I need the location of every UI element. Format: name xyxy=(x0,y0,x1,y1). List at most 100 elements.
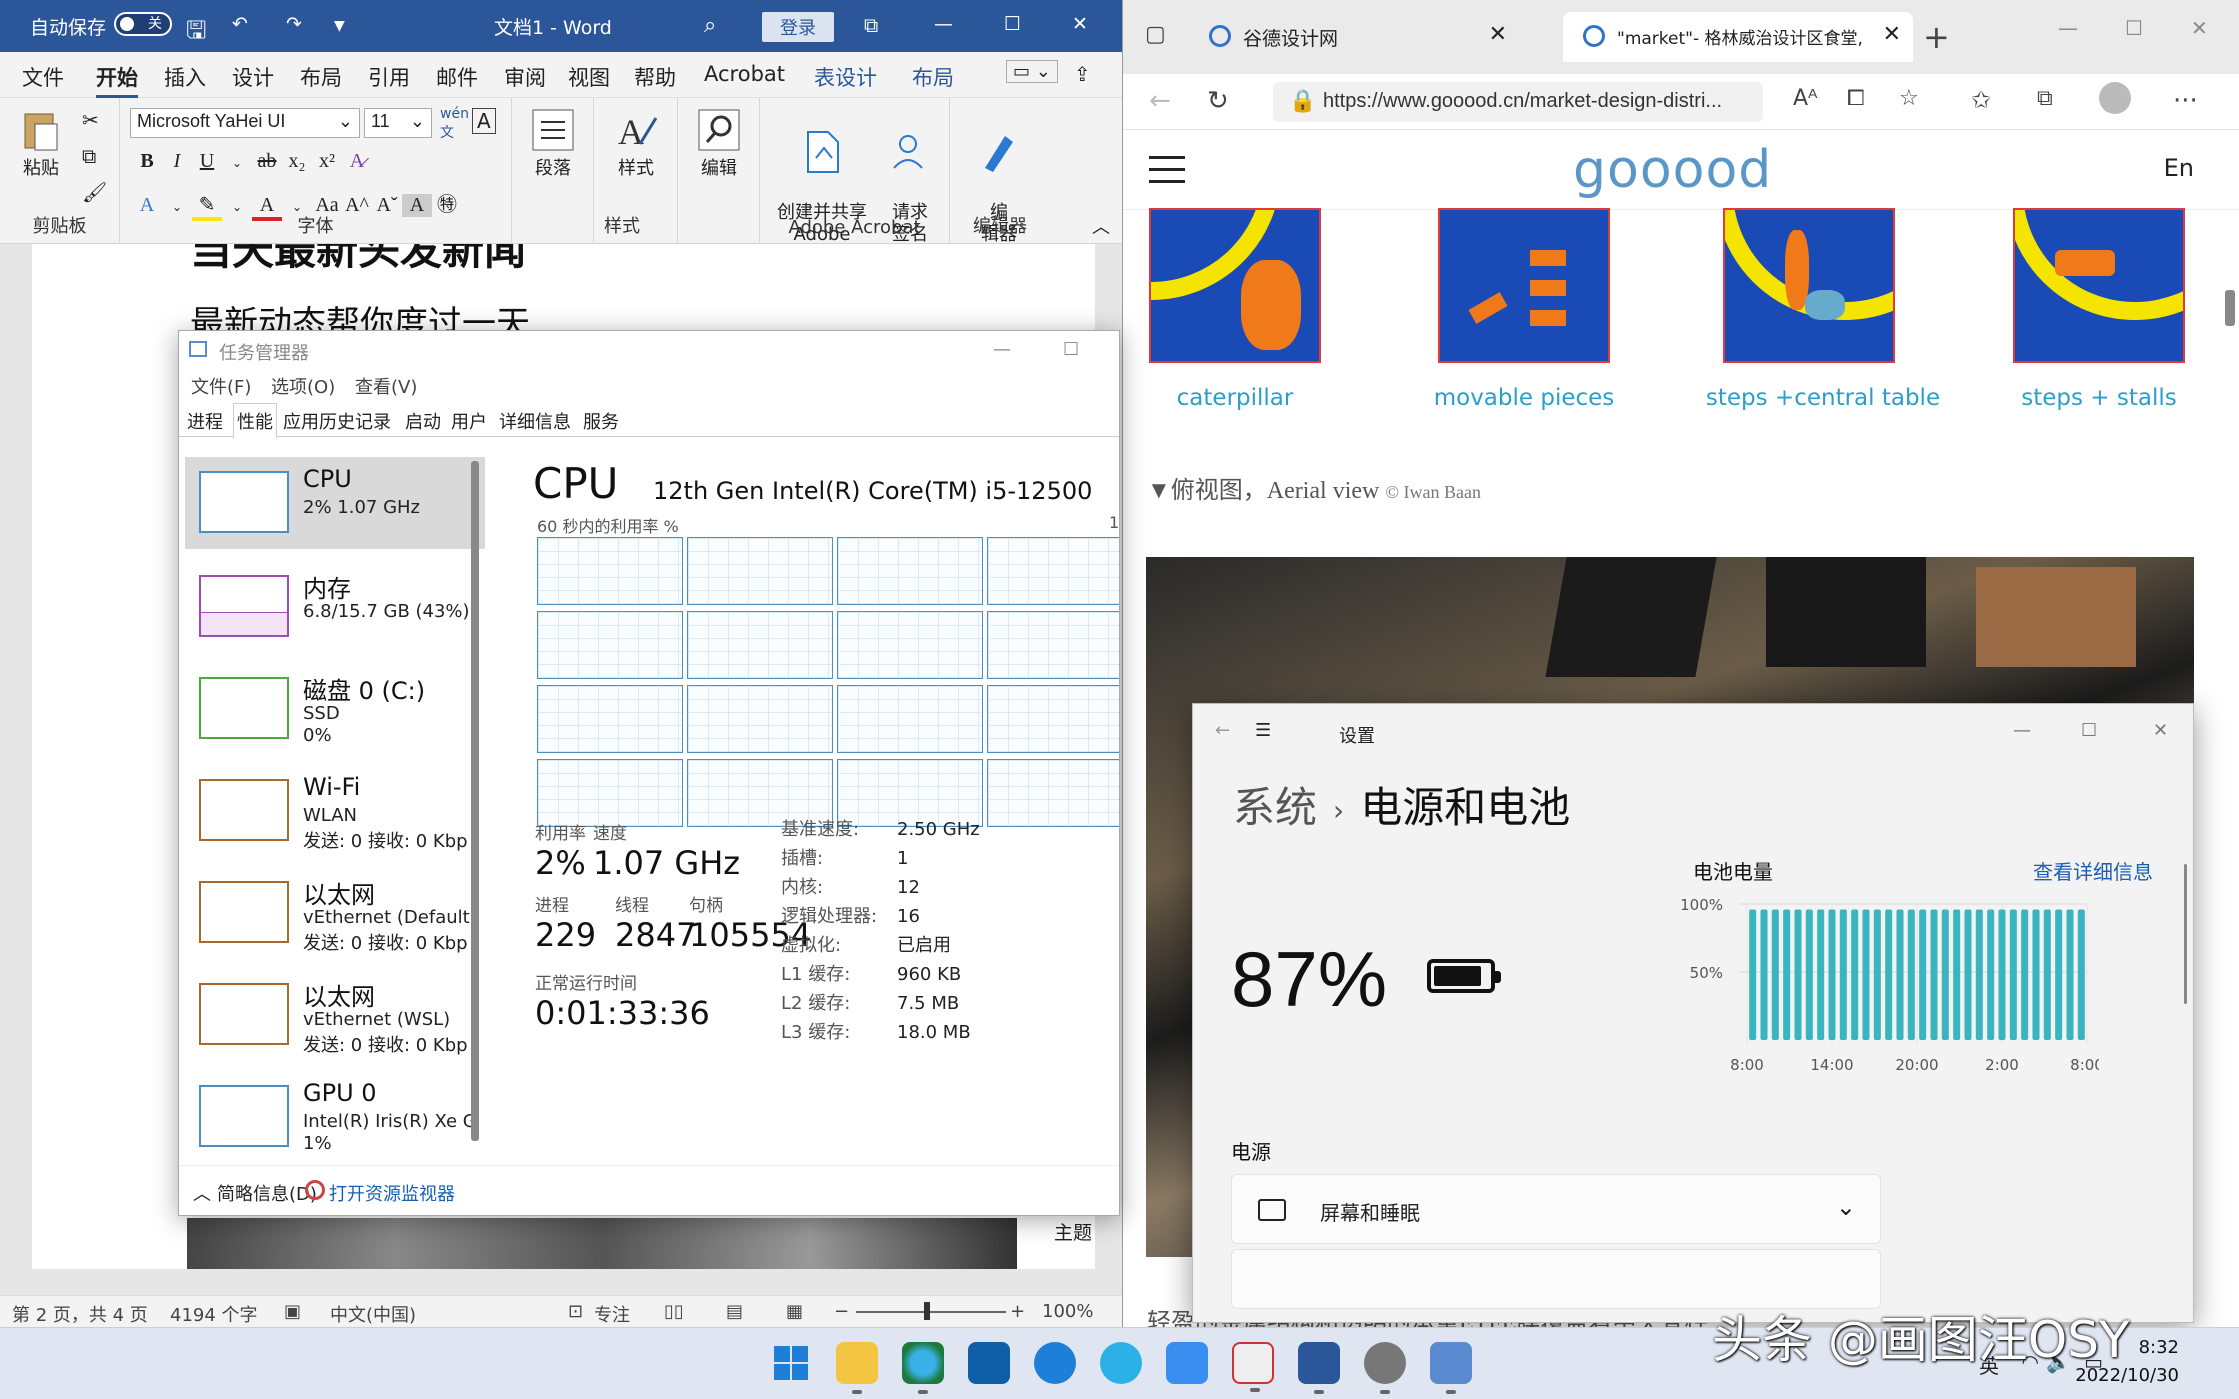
minimize-button[interactable]: — xyxy=(2013,720,2031,741)
redo-icon[interactable]: ↷ xyxy=(286,13,302,35)
undo-icon[interactable]: ↶ xyxy=(232,13,248,35)
tab-actions-icon[interactable]: ▢ xyxy=(1145,22,1166,47)
profile-avatar[interactable] xyxy=(2099,82,2131,114)
resource-wifi[interactable]: Wi-Fi WLAN 发送: 0 接收: 0 Kbp xyxy=(185,765,485,855)
menu-view[interactable]: 查看(V) xyxy=(355,373,417,399)
tab-startup[interactable]: 启动 xyxy=(405,408,441,434)
edge-icon[interactable] xyxy=(902,1342,944,1394)
close-tab-icon[interactable]: ✕ xyxy=(1489,22,1507,47)
page-scrollbar[interactable] xyxy=(2225,290,2235,326)
tab-app-history[interactable]: 应用历史记录 xyxy=(283,408,391,434)
tab-home[interactable]: 开始 xyxy=(96,62,138,98)
menu-file[interactable]: 文件(F) xyxy=(191,373,251,399)
brief-info-link[interactable]: 简略信息(D) xyxy=(217,1180,317,1206)
app-icon-2[interactable] xyxy=(1100,1342,1142,1384)
maximize-button[interactable]: ☐ xyxy=(2125,16,2143,40)
share-icon[interactable]: ⇪ xyxy=(1074,62,1091,86)
tab-help[interactable]: 帮助 xyxy=(634,62,676,92)
tab-performance[interactable]: 性能 xyxy=(233,403,277,439)
tab-file[interactable]: 文件 xyxy=(22,62,64,92)
print-layout-icon[interactable]: ▤ xyxy=(726,1301,743,1322)
minimize-button[interactable]: — xyxy=(993,339,1011,360)
close-tab-icon[interactable]: ✕ xyxy=(1883,22,1901,47)
resource-monitor-link[interactable]: 打开资源监视器 xyxy=(329,1180,455,1206)
tab-table-design[interactable]: 表设计 xyxy=(814,62,877,92)
resource-disk[interactable]: 磁盘 0 (C:) SSD 0% xyxy=(185,663,485,753)
maximize-button[interactable]: ☐ xyxy=(1004,13,1021,35)
tab-services[interactable]: 服务 xyxy=(583,408,619,434)
close-button[interactable]: ✕ xyxy=(2153,720,2168,741)
tab-layout[interactable]: 布局 xyxy=(300,62,342,92)
add-favorite-icon[interactable]: ☆ xyxy=(1899,86,1919,111)
resource-memory[interactable]: 内存 6.8/15.7 GB (43%) xyxy=(185,561,485,651)
cut-icon[interactable]: ✂ xyxy=(82,108,99,132)
italic-icon[interactable]: I xyxy=(162,150,192,173)
read-aloud-icon[interactable]: Aᴬ xyxy=(1793,86,1818,111)
resource-ethernet-wsl[interactable]: 以太网 vEthernet (WSL) 发送: 0 接收: 0 Kbp xyxy=(185,969,485,1059)
zoom-slider-thumb[interactable] xyxy=(924,1302,930,1320)
tab-market[interactable]: "market"- 格林威治设计区食堂, ✕ xyxy=(1563,12,1913,62)
language-status[interactable]: 中文(中国) xyxy=(330,1301,416,1327)
format-painter-icon[interactable]: 🖌 xyxy=(82,180,107,204)
tab-design[interactable]: 设计 xyxy=(232,62,274,92)
autosave-toggle[interactable]: 关 xyxy=(114,12,172,36)
paste-button[interactable]: 粘贴 xyxy=(16,106,66,180)
zoom-slider[interactable] xyxy=(856,1311,1006,1313)
tab-table-layout[interactable]: 布局 xyxy=(912,62,954,92)
zoom-out-icon[interactable]: − xyxy=(834,1301,849,1322)
minimize-button[interactable]: — xyxy=(2058,16,2078,40)
more-icon[interactable]: ··· xyxy=(2173,86,2198,116)
font-name-select[interactable]: Microsoft YaHei UI ⌄ xyxy=(130,108,360,138)
page-count[interactable]: 第 2 页，共 4 页 xyxy=(12,1301,148,1327)
word-count[interactable]: 4194 个字 xyxy=(170,1301,258,1327)
collapse-ribbon-icon[interactable]: ︿ xyxy=(1092,213,1110,239)
styles-button[interactable]: A 样式 xyxy=(602,106,670,180)
save-icon[interactable]: 🖫 xyxy=(186,13,206,54)
snipping-tool-icon[interactable] xyxy=(1232,1342,1274,1392)
new-tab-icon[interactable]: + xyxy=(1923,18,1950,56)
store-icon[interactable] xyxy=(968,1342,1010,1384)
close-button[interactable]: ✕ xyxy=(2191,16,2208,40)
read-mode-icon[interactable]: ▯▯ xyxy=(664,1301,684,1322)
focus-icon[interactable]: ⊡ xyxy=(568,1301,583,1322)
login-button[interactable]: 登录 xyxy=(762,12,834,42)
view-details-link[interactable]: 查看详细信息 xyxy=(2033,856,2153,885)
app-icon-1[interactable] xyxy=(1034,1342,1076,1384)
clear-format-icon[interactable]: A̷ xyxy=(342,150,372,173)
menu-options[interactable]: 选项(O) xyxy=(271,373,335,399)
breadcrumb-system[interactable]: 系统 xyxy=(1233,783,1317,832)
tab-references[interactable]: 引用 xyxy=(368,62,410,92)
tab-mailings[interactable]: 邮件 xyxy=(436,62,478,92)
phonetic-guide-icon[interactable]: wén 文 xyxy=(440,106,469,142)
app-icon-3[interactable] xyxy=(1166,1342,1208,1384)
back-icon[interactable]: ← xyxy=(1149,86,1171,116)
bold-icon[interactable]: B xyxy=(132,150,162,173)
customize-qat-icon[interactable]: ▼ xyxy=(334,18,345,34)
proofing-icon[interactable]: ▣ xyxy=(284,1301,301,1322)
tab-details[interactable]: 详细信息 xyxy=(499,408,571,434)
menu-icon[interactable] xyxy=(1149,156,1185,184)
task-manager-icon[interactable] xyxy=(1430,1342,1472,1394)
web-layout-icon[interactable]: ▦ xyxy=(786,1301,803,1322)
tab-processes[interactable]: 进程 xyxy=(187,408,223,434)
start-icon[interactable] xyxy=(770,1342,812,1384)
word-icon[interactable] xyxy=(1298,1342,1340,1394)
tab-insert[interactable]: 插入 xyxy=(164,62,206,92)
back-icon[interactable]: ← xyxy=(1215,720,1230,741)
search-icon[interactable]: ⌕ xyxy=(704,13,716,38)
zoom-level[interactable]: 100% xyxy=(1042,1301,1093,1322)
screen-sleep-card[interactable]: 屏幕和睡眠 ⌄ xyxy=(1231,1174,1881,1244)
subscript-icon[interactable]: x₂ xyxy=(282,150,312,173)
tab-users[interactable]: 用户 xyxy=(451,408,487,434)
tab-acrobat[interactable]: Acrobat xyxy=(704,62,785,86)
ribbon-display-icon[interactable]: ⧉ xyxy=(864,13,878,37)
settings-scrollbar[interactable] xyxy=(2184,864,2187,1004)
chevron-down-icon[interactable]: ⌄ xyxy=(222,156,252,171)
copy-icon[interactable]: ⧉ xyxy=(82,144,96,168)
minimize-button[interactable]: — xyxy=(934,13,953,35)
refresh-icon[interactable]: ↻ xyxy=(1207,86,1229,116)
gooood-logo[interactable]: gooood xyxy=(1573,140,1772,200)
strikethrough-icon[interactable]: ab xyxy=(252,150,282,173)
resource-ethernet-default[interactable]: 以太网 vEthernet (Default 发送: 0 接收: 0 Kbp xyxy=(185,867,485,957)
maximize-button[interactable]: ☐ xyxy=(2081,720,2097,741)
